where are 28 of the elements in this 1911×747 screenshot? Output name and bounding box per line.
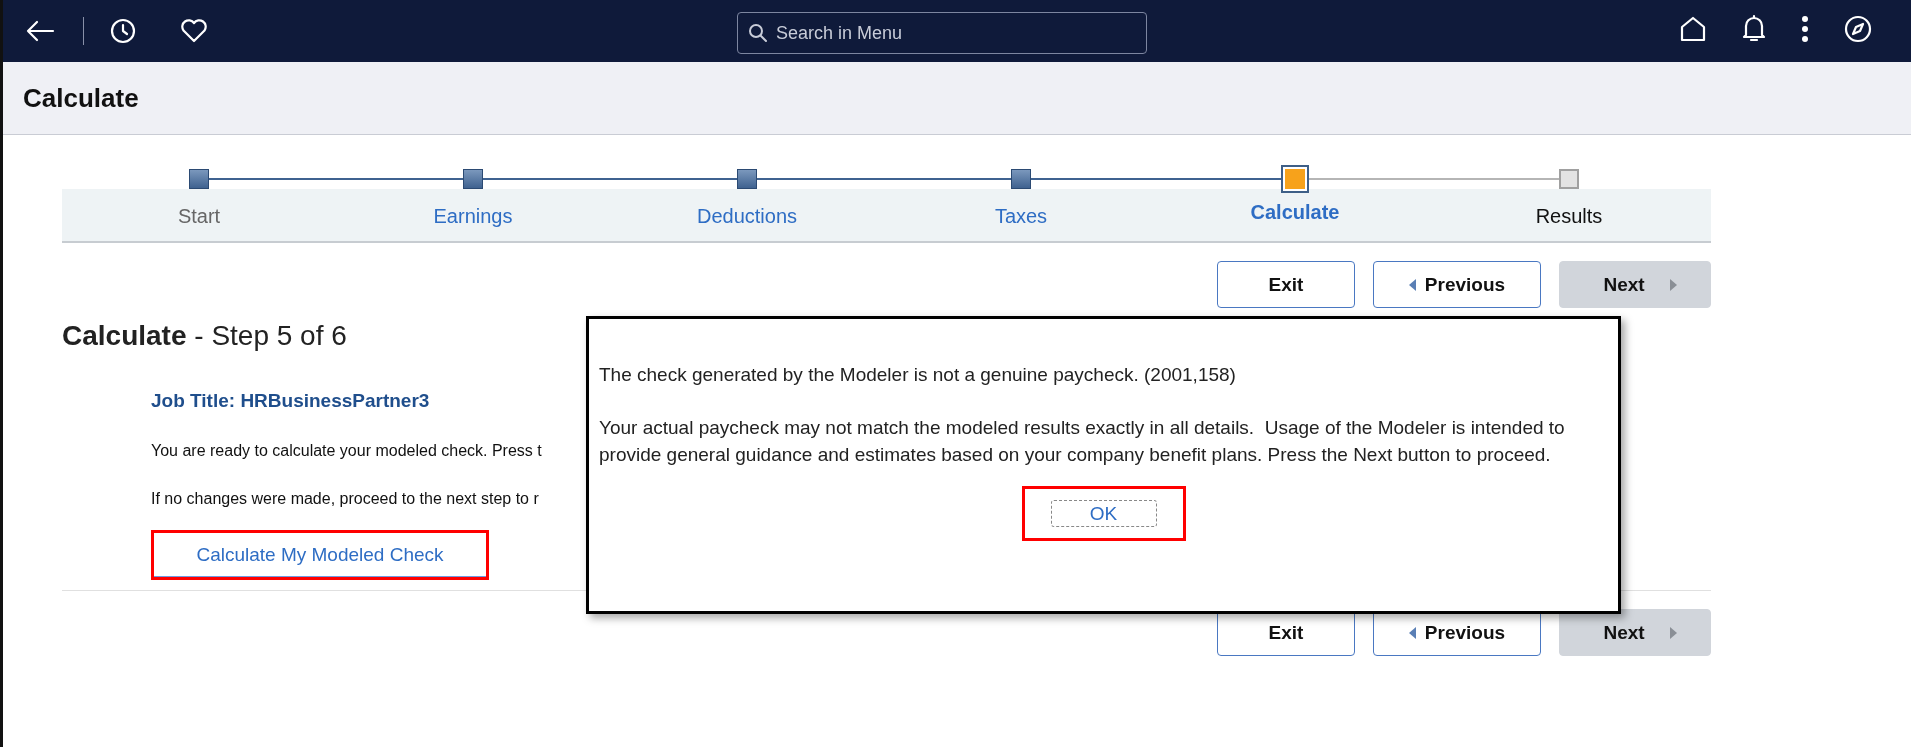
job-title: Job Title: HRBusinessPartner3	[151, 390, 431, 412]
home-icon[interactable]	[1679, 15, 1707, 43]
compass-icon[interactable]	[1843, 14, 1873, 44]
step-link[interactable]: Taxes	[994, 205, 1048, 228]
step-link[interactable]: Deductions	[696, 205, 798, 228]
step-heading: Calculate - Step 5 of 6	[62, 320, 348, 352]
search-icon	[748, 23, 768, 43]
search-field[interactable]: Search in Menu	[737, 12, 1147, 54]
previous-button[interactable]: Previous	[1373, 261, 1541, 308]
instruction-text: You are ready to calculate your modeled check. Press t	[151, 442, 542, 460]
exit-button[interactable]: Exit	[1217, 261, 1355, 308]
right-caret-icon	[1668, 278, 1677, 291]
more-options-icon[interactable]	[1801, 15, 1809, 43]
left-caret-icon	[1408, 278, 1417, 291]
step-link[interactable]: Earnings	[433, 205, 513, 228]
history-clock-icon[interactable]	[110, 18, 136, 44]
page-title: Calculate	[23, 82, 139, 114]
step-link[interactable]: Results	[1535, 205, 1603, 228]
back-arrow-icon[interactable]	[25, 19, 55, 43]
ok-button[interactable]: OK	[1050, 500, 1157, 527]
left-caret-icon	[1408, 626, 1417, 639]
instruction-text: If no changes were made, proceed to the next step to r	[151, 490, 539, 508]
right-caret-icon	[1668, 626, 1677, 639]
notification-bell-icon[interactable]	[1741, 14, 1767, 44]
dialog-message: The check generated by the Modeler is not a genuine paycheck. (2001,158)	[599, 363, 1237, 387]
dialog-detail: Your actual paycheck may not match the modeled results exactly in all details. Usage of the Modeler is intended to provide general guidance and estimates based on your company benefit plans. Press the Next button to proceed.	[599, 416, 1566, 467]
step-link[interactable]: Calculate	[1250, 201, 1340, 224]
heart-icon[interactable]	[180, 19, 208, 43]
